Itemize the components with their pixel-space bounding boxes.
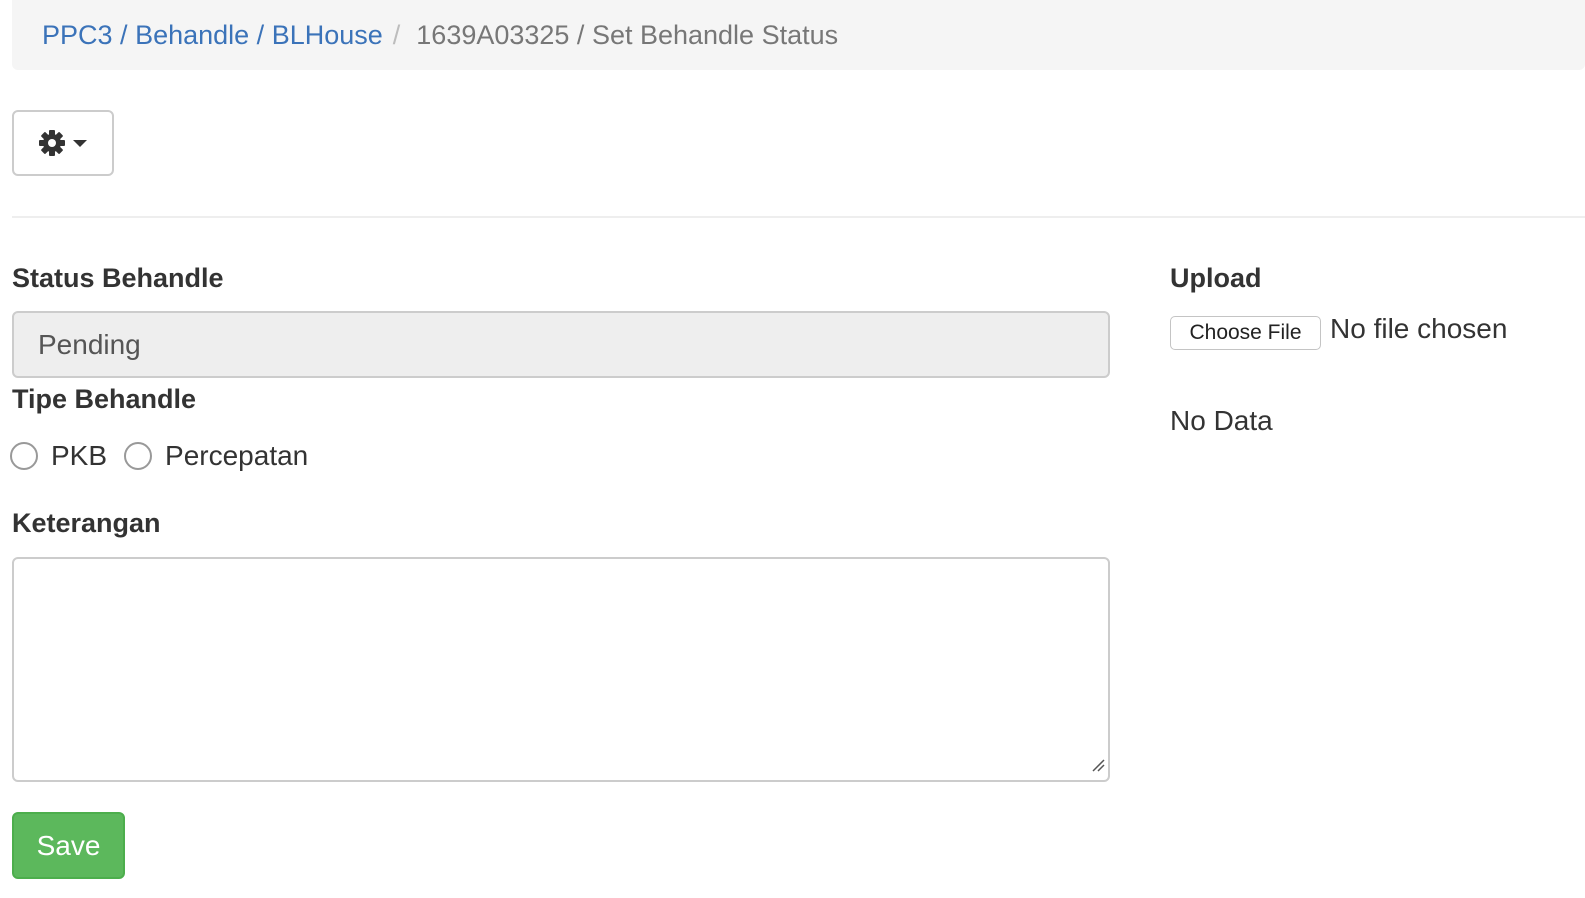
breadcrumb-link-separator: / bbox=[249, 19, 272, 50]
keterangan-label: Keterangan bbox=[12, 508, 161, 538]
upload-label: Upload bbox=[1170, 263, 1262, 293]
section-divider bbox=[12, 216, 1585, 218]
radio-option-pkb[interactable]: PKB bbox=[10, 440, 124, 472]
tipe-behandle-label: Tipe Behandle bbox=[12, 384, 197, 414]
no-data-text: No Data bbox=[1170, 405, 1273, 436]
status-behandle-field: Pending bbox=[12, 311, 1110, 378]
choose-file-button[interactable]: Choose File bbox=[1170, 316, 1321, 350]
file-status-text: No file chosen bbox=[1330, 313, 1508, 344]
radio-percepatan[interactable] bbox=[124, 442, 153, 470]
save-button[interactable]: Save bbox=[12, 812, 125, 879]
page: PPC3 / Behandle / BLHouse / 1639A03325 /… bbox=[0, 0, 1585, 898]
breadcrumb-link-blhouse[interactable]: BLHouse bbox=[272, 20, 383, 51]
breadcrumb-link-ppc3[interactable]: PPC3 bbox=[42, 20, 113, 51]
breadcrumb-link-behandle[interactable]: Behandle bbox=[135, 20, 249, 51]
breadcrumb-separator: / bbox=[392, 19, 401, 50]
breadcrumb-link-separator: / bbox=[112, 19, 136, 50]
resize-handle-icon[interactable] bbox=[1091, 758, 1105, 777]
gear-icon bbox=[38, 129, 66, 157]
keterangan-textarea[interactable] bbox=[12, 557, 1110, 782]
caret-down-icon bbox=[72, 138, 88, 148]
tipe-behandle-radio-group: PKB Percepatan bbox=[10, 436, 325, 476]
breadcrumb-current: 1639A03325 / Set Behandle Status bbox=[416, 19, 839, 50]
radio-option-percepatan[interactable]: Percepatan bbox=[124, 440, 325, 472]
settings-dropdown-button[interactable] bbox=[12, 110, 114, 176]
radio-pkb-label: PKB bbox=[51, 440, 108, 471]
status-behandle-value: Pending bbox=[38, 328, 141, 360]
breadcrumb: PPC3 / Behandle / BLHouse / 1639A03325 /… bbox=[12, 0, 1585, 70]
radio-percepatan-label: Percepatan bbox=[165, 440, 309, 471]
radio-pkb[interactable] bbox=[10, 442, 38, 470]
status-behandle-label: Status Behandle bbox=[12, 263, 224, 293]
